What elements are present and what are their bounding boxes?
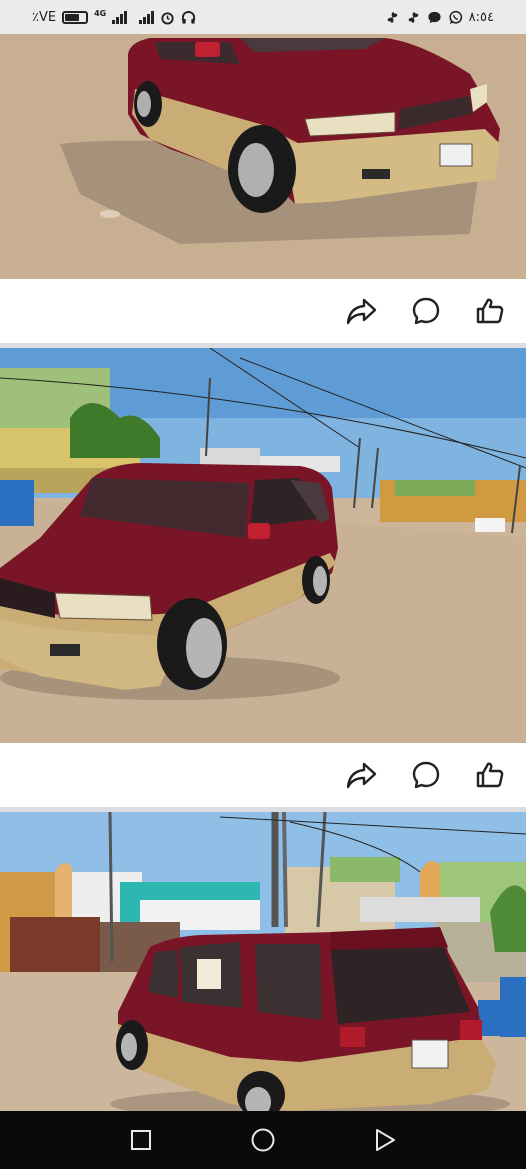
comment-button[interactable] xyxy=(406,755,446,795)
share-icon xyxy=(346,762,377,789)
share-icon xyxy=(346,298,377,325)
navigation-bar xyxy=(0,1111,526,1169)
minivan-photo-3 xyxy=(0,812,526,1111)
battery-percent: ٪VE xyxy=(32,9,57,25)
post-photo-3[interactable] xyxy=(0,812,526,1111)
signal-icon-2 xyxy=(139,10,155,24)
status-left: ٪VE 4G xyxy=(32,8,196,25)
like-button[interactable] xyxy=(470,291,510,331)
post-photo-2[interactable] xyxy=(0,348,526,743)
share-button[interactable] xyxy=(342,755,382,795)
recents-icon xyxy=(131,1130,151,1150)
post-actions-2 xyxy=(0,743,526,807)
battery-fill xyxy=(65,13,80,21)
alarm-icon xyxy=(161,11,174,25)
like-icon xyxy=(476,298,504,324)
whatsapp-icon xyxy=(449,10,462,24)
share-button[interactable] xyxy=(342,291,382,331)
headphones-icon xyxy=(182,10,196,24)
post-actions-1 xyxy=(0,279,526,343)
comment-icon xyxy=(412,761,440,789)
signal-icon xyxy=(112,10,128,24)
post-photo-1[interactable] xyxy=(0,34,526,279)
like-icon xyxy=(476,762,504,788)
minivan-photo-1 xyxy=(0,34,526,279)
status-bar: ٪VE 4G ٨:٥٤ xyxy=(0,0,526,34)
comment-icon xyxy=(412,297,440,325)
minivan-photo-2 xyxy=(0,348,526,743)
back-icon xyxy=(376,1129,395,1151)
screen: ٪VE 4G ٨:٥٤ xyxy=(0,0,526,1169)
clock: ٨:٥٤ xyxy=(468,9,494,25)
network-type: 4G xyxy=(94,8,107,18)
recents-button[interactable] xyxy=(126,1125,156,1155)
home-button[interactable] xyxy=(248,1125,278,1155)
back-button[interactable] xyxy=(370,1125,400,1155)
message-icon xyxy=(428,11,441,23)
like-button[interactable] xyxy=(470,755,510,795)
comment-button[interactable] xyxy=(406,291,446,331)
fan-icon xyxy=(387,11,397,23)
fan-icon-2 xyxy=(408,11,418,23)
battery-icon xyxy=(62,10,89,24)
status-right: ٨:٥٤ xyxy=(385,10,494,25)
home-icon xyxy=(251,1128,275,1152)
